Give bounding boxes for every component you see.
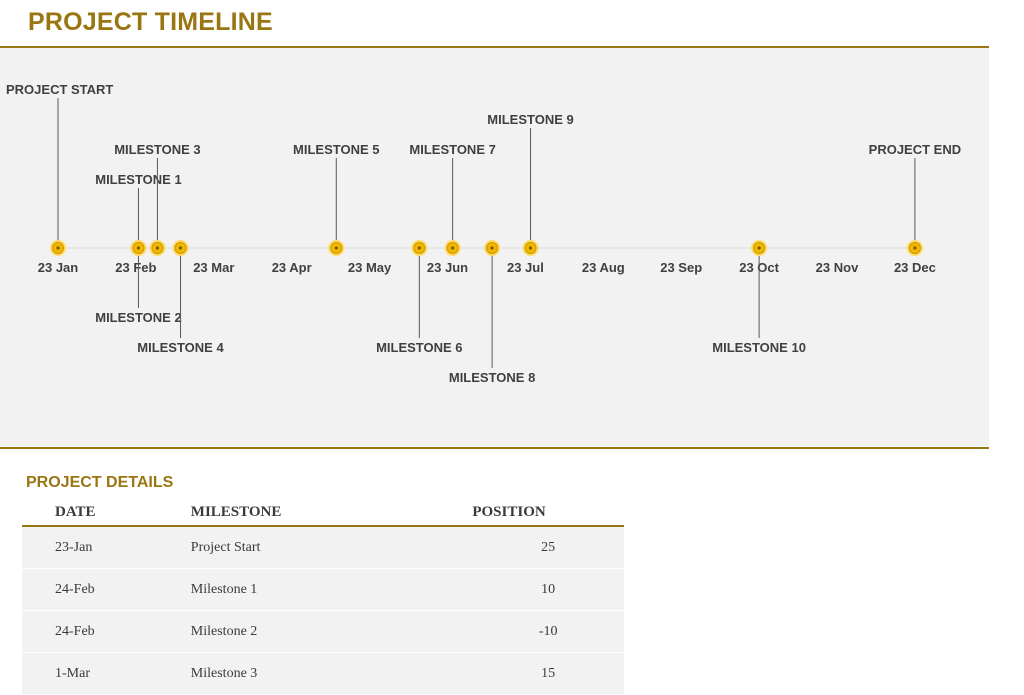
- table-row: 23-Jan Project Start 25: [22, 526, 624, 569]
- milestone-marker-center: [757, 246, 761, 250]
- milestone-marker-center: [136, 246, 141, 250]
- axis-tick-label: 23 Jan: [38, 260, 79, 275]
- milestone-label: MILESTONE 8: [449, 370, 535, 385]
- cell-date: 24-Feb: [22, 568, 191, 611]
- milestone-label: MILESTONE 7: [409, 142, 495, 157]
- axis-tick-label: 23 Jun: [427, 260, 468, 275]
- timeline-chart: 23 Jan 23 Feb 23 Mar 23 Apr 23 May 23 Jun 23 J…: [0, 48, 989, 446]
- axis-tick-label: 23 Feb: [115, 260, 156, 275]
- milestone-marker-center: [528, 246, 533, 250]
- cell-milestone: Milestone 2: [190, 610, 473, 653]
- cell-position: 25: [472, 526, 624, 569]
- table-row: 1-Mar Milestone 3 15: [22, 652, 624, 695]
- cell-position: 10: [472, 568, 624, 611]
- axis-tick-label: 23 Dec: [894, 260, 936, 275]
- milestone-marker-center: [913, 246, 917, 250]
- milestone-label: MILESTONE 1: [95, 172, 181, 187]
- milestone-marker-center: [417, 246, 421, 250]
- axis-tick-label: 23 Aug: [582, 260, 625, 275]
- milestone-marker-center: [451, 246, 455, 250]
- table-row: 24-Feb Milestone 2 -10: [22, 610, 624, 653]
- cell-date: 1-Mar: [22, 652, 191, 695]
- axis-tick-label: 23 May: [348, 260, 392, 275]
- cell-date: 23-Jan: [22, 526, 191, 569]
- milestone-marker-center: [490, 246, 494, 250]
- axis-tick-label: 23 Apr: [272, 260, 312, 275]
- page-title: PROJECT TIMELINE: [28, 8, 273, 36]
- column-header-position: POSITION: [472, 500, 624, 527]
- column-header-milestone: MILESTONE: [190, 500, 473, 527]
- milestone-marker-center: [334, 246, 338, 250]
- milestone-label: MILESTONE 3: [114, 142, 200, 157]
- axis-tick-label: 23 Mar: [193, 260, 234, 275]
- axis-tick-label: 23 Jul: [507, 260, 544, 275]
- milestone-label: MILESTONE 6: [376, 340, 462, 355]
- details-header-row: DATE MILESTONE POSITION: [22, 500, 624, 527]
- milestone-marker-center: [56, 246, 60, 250]
- milestone-label: MILESTONE 5: [293, 142, 379, 157]
- milestone-marker-center: [155, 246, 160, 250]
- chart-bottom-divider: [0, 447, 989, 449]
- details-heading: PROJECT DETAILS: [26, 474, 174, 491]
- milestone-marker-center: [178, 246, 183, 250]
- cell-milestone: Project Start: [190, 526, 473, 569]
- axis-tick-label: 23 Nov: [816, 260, 859, 275]
- milestone-label: PROJECT END: [869, 142, 961, 157]
- milestone-label: MILESTONE 2: [95, 310, 181, 325]
- cell-position: -10: [472, 610, 624, 653]
- milestone-label: MILESTONE 4: [137, 340, 224, 355]
- details-table: DATE MILESTONE POSITION 23-Jan Project S…: [22, 500, 624, 695]
- column-header-date: DATE: [22, 500, 191, 527]
- table-row: 24-Feb Milestone 1 10: [22, 568, 624, 611]
- milestone-label: MILESTONE 10: [712, 340, 806, 355]
- axis-tick-label: 23 Sep: [660, 260, 702, 275]
- cell-position: 15: [472, 652, 624, 695]
- timeline-chart-svg: 23 Jan 23 Feb 23 Mar 23 Apr 23 May 23 Jun 23 J…: [6, 82, 961, 385]
- milestone-label: MILESTONE 9: [487, 112, 573, 127]
- milestone-label: PROJECT START: [6, 82, 113, 97]
- cell-milestone: Milestone 3: [190, 652, 473, 695]
- cell-milestone: Milestone 1: [190, 568, 473, 611]
- cell-date: 24-Feb: [22, 610, 191, 653]
